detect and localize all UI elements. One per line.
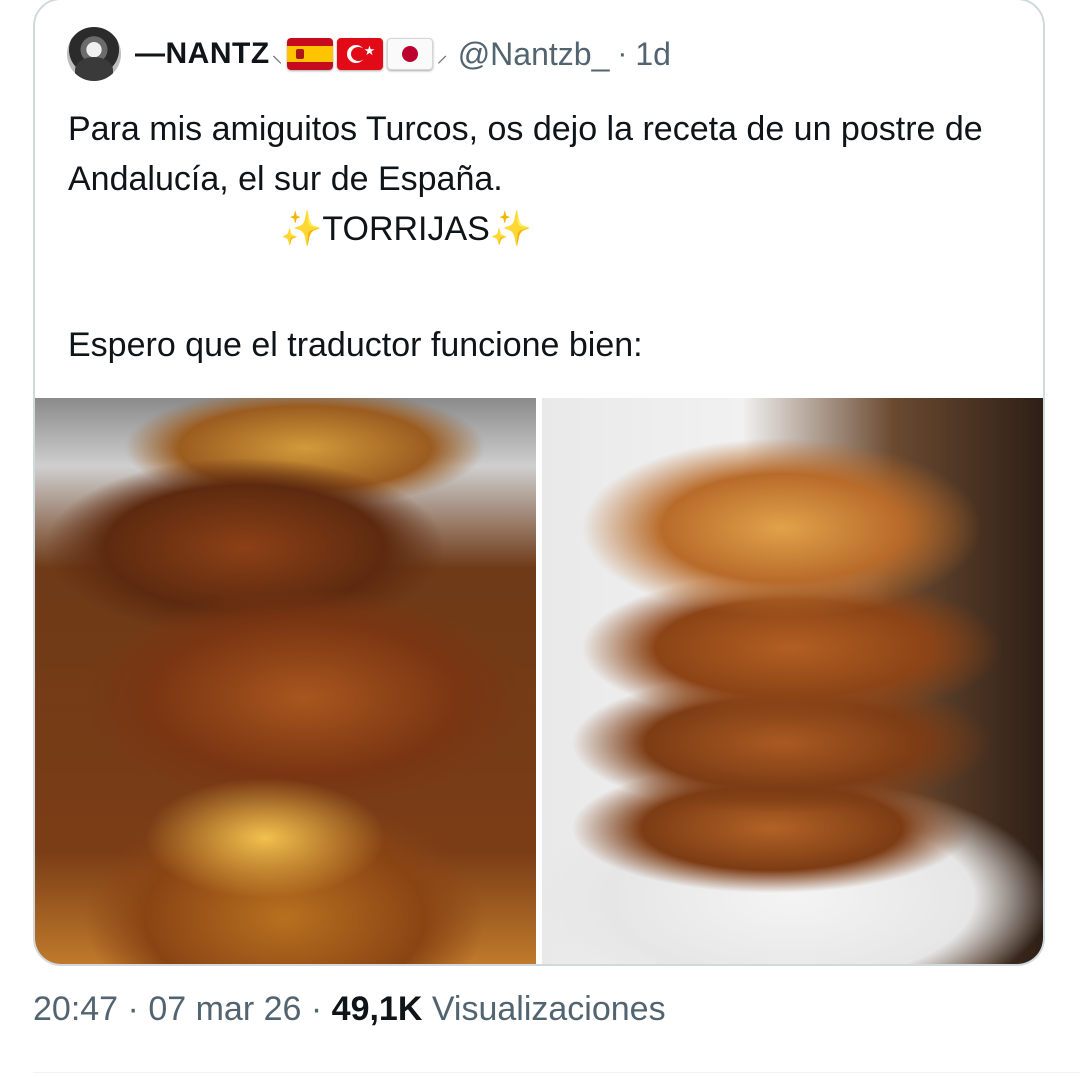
- tweet-text: Para mis amiguitos Turcos, os dejo la re…: [68, 104, 1028, 370]
- separator-dot: ·: [127, 990, 139, 1028]
- recipe-title: TORRIJAS: [322, 210, 490, 248]
- separator-dot: ·: [617, 37, 628, 70]
- tweet-header: —NANTZ ⸜ ★ ⸝ @Nantzb_ · 1d: [67, 26, 671, 82]
- separator-dot: ·: [310, 990, 323, 1028]
- time-ago[interactable]: 1d: [635, 36, 671, 73]
- tweet-date[interactable]: 07 mar 26: [148, 990, 301, 1028]
- torrijas-plate-photo[interactable]: [35, 398, 536, 964]
- user-handle[interactable]: @Nantzb_: [458, 36, 610, 73]
- tweet-meta: 20:47 · 07 mar 26 · 49,1K Visualizacione…: [33, 990, 666, 1029]
- flag-spain-icon: [286, 38, 333, 70]
- media-grid: [35, 398, 1043, 964]
- flag-turkey-icon: ★: [336, 38, 383, 70]
- display-name[interactable]: —NANTZ: [135, 37, 270, 71]
- views-count[interactable]: 49,1K: [332, 990, 423, 1028]
- name-flags: ⸜ ★ ⸝: [272, 38, 448, 70]
- tweet-time[interactable]: 20:47: [33, 990, 118, 1028]
- tweet-title-line: ✨TORRIJAS✨: [280, 204, 1028, 254]
- divider: [33, 1072, 1080, 1073]
- views-label: Visualizaciones: [431, 990, 666, 1028]
- sparkle-icon: ✨: [280, 210, 323, 248]
- torrijas-stack-photo[interactable]: [542, 398, 1043, 964]
- quoted-tweet-card[interactable]: —NANTZ ⸜ ★ ⸝ @Nantzb_ · 1d Para mis amig…: [33, 0, 1045, 966]
- tweet-text-line: Para mis amiguitos Turcos, os dejo la re…: [68, 110, 983, 198]
- tweet-text-line: Espero que el traductor funcione bien:: [68, 326, 643, 364]
- wing-left-icon: ⸜: [271, 42, 283, 67]
- avatar[interactable]: [67, 27, 121, 81]
- wing-right-icon: ⸝: [436, 42, 448, 67]
- sparkle-icon: ✨: [489, 210, 533, 248]
- flag-japan-icon: [386, 38, 433, 70]
